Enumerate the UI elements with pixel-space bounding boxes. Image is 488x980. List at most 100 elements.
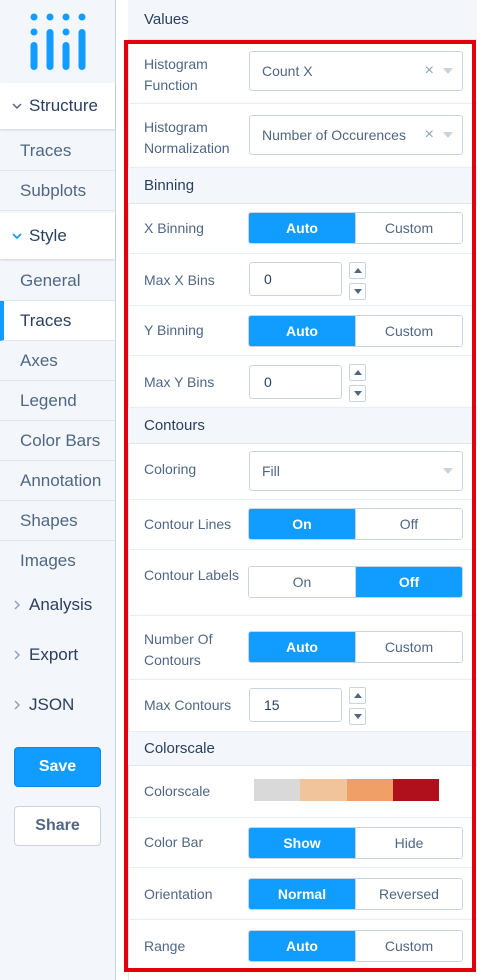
color-bar-hide-option[interactable]: Hide (355, 828, 462, 858)
y-binning-custom-option[interactable]: Custom (355, 316, 462, 346)
colorscale-swatch[interactable] (254, 779, 439, 801)
max-y-bins-stepper (349, 364, 366, 404)
sidebar-item-images[interactable]: Images (0, 541, 115, 581)
y-binning-auto-option[interactable]: Auto (249, 316, 355, 346)
max-contours-input[interactable]: 15 (249, 688, 342, 722)
range-auto-option[interactable]: Auto (249, 931, 355, 961)
colorscale-stop (392, 779, 439, 801)
nav-group-export[interactable]: Export (0, 632, 115, 678)
number-of-contours-custom-option[interactable]: Custom (355, 632, 462, 662)
sidebar-item-shapes[interactable]: Shapes (0, 501, 115, 541)
sidebar-item-color-bars[interactable]: Color Bars (0, 421, 115, 461)
decrement-icon[interactable] (349, 385, 366, 402)
increment-icon[interactable] (349, 364, 366, 381)
save-button[interactable]: Save (14, 747, 101, 787)
contour-lines-off-option[interactable]: Off (355, 509, 462, 539)
max-x-bins-stepper (349, 262, 366, 302)
max-x-bins-input[interactable]: 0 (249, 262, 342, 296)
nav-group-style-label: Style (29, 226, 67, 245)
chevron-down-icon (12, 233, 22, 240)
histogram-normalization-dropdown[interactable]: Number of Occurences × (249, 115, 463, 155)
orientation-normal-option[interactable]: Normal (249, 879, 355, 909)
histogram-normalization-value: Number of Occurences (262, 127, 406, 143)
contour-lines-on-option[interactable]: On (249, 509, 355, 539)
decrement-icon[interactable] (349, 708, 366, 725)
color-bar-show-option[interactable]: Show (249, 828, 355, 858)
sidebar-item-label: Traces (20, 140, 72, 160)
sidebar-item-annotation[interactable]: Annotation (0, 461, 115, 501)
sidebar-item-label: Traces (20, 310, 72, 330)
sidebar-item-label: Shapes (20, 510, 78, 530)
nav-group-structure[interactable]: Structure (0, 83, 115, 129)
sidebar-item-label: Subplots (20, 180, 87, 200)
histogram-function-dropdown[interactable]: Count X × (249, 51, 463, 91)
range-custom-option[interactable]: Custom (355, 931, 462, 961)
share-button[interactable]: Share (14, 806, 101, 846)
orientation-toggle: Normal Reversed (248, 878, 463, 910)
section-header-contours: Contours (128, 408, 477, 444)
contour-labels-toggle: On Off (248, 566, 463, 598)
contour-labels-on-option[interactable]: On (249, 567, 355, 597)
sidebar-item-traces-structure[interactable]: Traces (0, 131, 115, 171)
max-y-bins-input[interactable]: 0 (249, 365, 342, 399)
contour-labels-label: Contour Labels (144, 567, 239, 583)
orientation-label: Orientation (144, 886, 213, 902)
clear-icon[interactable]: × (425, 126, 434, 144)
chevron-down-icon (12, 103, 22, 110)
nav-group-style[interactable]: Style (0, 213, 115, 259)
chevron-right-icon (14, 700, 21, 710)
contour-lines-label: Contour Lines (144, 516, 232, 532)
coloring-dropdown[interactable]: Fill (249, 451, 463, 491)
sidebar-item-label: Images (20, 551, 76, 570)
caret-down-icon (443, 68, 453, 74)
coloring-value: Fill (262, 463, 280, 479)
section-header-colorscale: Colorscale (128, 732, 477, 766)
caret-down-icon (443, 132, 453, 138)
sidebar-item-label: General (20, 270, 81, 290)
x-binning-custom-option[interactable]: Custom (355, 213, 462, 243)
sidebar-item-label: Color Bars (20, 430, 101, 450)
histogram-normalization-label: Histogram Normalization (144, 119, 230, 156)
x-binning-label: X Binning (144, 220, 204, 236)
contour-lines-toggle: On Off (248, 508, 463, 540)
color-bar-label: Color Bar (144, 834, 204, 850)
number-of-contours-auto-option[interactable]: Auto (249, 632, 355, 662)
number-of-contours-toggle: Auto Custom (248, 631, 463, 663)
nav-group-structure-label: Structure (29, 96, 98, 115)
chevron-right-icon (14, 600, 21, 610)
section-header-binning: Binning (128, 168, 477, 204)
sidebar-item-legend[interactable]: Legend (0, 381, 115, 421)
x-binning-auto-option[interactable]: Auto (249, 213, 355, 243)
nav-group-analysis-label: Analysis (29, 595, 93, 614)
sidebar-item-subplots[interactable]: Subplots (0, 171, 115, 211)
coloring-label: Coloring (144, 461, 197, 477)
increment-icon[interactable] (349, 687, 366, 704)
x-binning-toggle: Auto Custom (248, 212, 463, 244)
range-label: Range (144, 938, 186, 954)
nav-group-json[interactable]: JSON (0, 682, 115, 728)
colorscale-stop (254, 779, 301, 801)
nav-group-json-label: JSON (29, 695, 75, 714)
sidebar-item-label: Axes (20, 350, 58, 370)
increment-icon[interactable] (349, 262, 366, 279)
orientation-reversed-option[interactable]: Reversed (355, 879, 462, 909)
nav-group-analysis[interactable]: Analysis (0, 582, 115, 628)
section-header-values: Values (128, 0, 477, 40)
max-x-bins-label: Max X Bins (144, 272, 215, 288)
sidebar-item-traces-style[interactable]: Traces (0, 301, 115, 341)
sidebar-item-general[interactable]: General (0, 261, 115, 301)
chevron-right-icon (14, 650, 21, 660)
decrement-icon[interactable] (349, 283, 366, 300)
y-binning-label: Y Binning (144, 322, 204, 338)
colorscale-stop (300, 779, 347, 801)
plotly-logo-icon[interactable] (26, 12, 88, 74)
colorscale-label: Colorscale (144, 783, 211, 799)
contour-labels-off-option[interactable]: Off (355, 567, 462, 597)
sidebar-item-label: Annotation (20, 470, 102, 490)
sidebar-item-axes[interactable]: Axes (0, 341, 115, 381)
clear-icon[interactable]: × (425, 62, 434, 80)
color-bar-toggle: Show Hide (248, 827, 463, 859)
colorscale-stop (346, 779, 393, 801)
sidebar-item-label: Legend (20, 390, 77, 410)
number-of-contours-label: Number Of Contours (144, 631, 213, 668)
